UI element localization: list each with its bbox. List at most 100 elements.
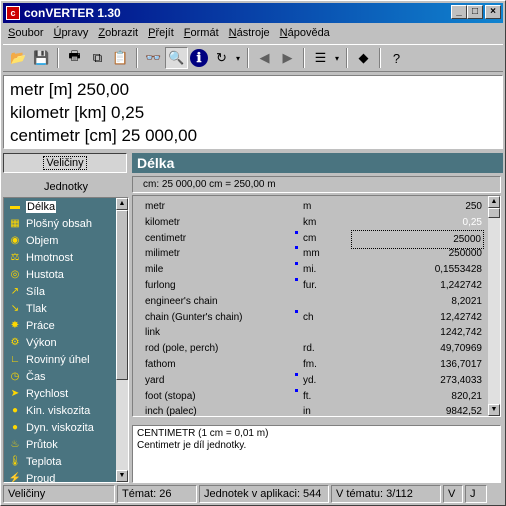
unit-row[interactable]: furlong fur. 1,242742 <box>133 277 488 294</box>
tab-quantities-label: Veličiny <box>43 156 87 170</box>
scroll-down-arrow[interactable]: ▼ <box>488 404 500 416</box>
area-icon: ▦ <box>10 217 20 229</box>
result-line: kilometr [km] 0,25 <box>10 103 145 122</box>
toolbar-separator <box>247 48 249 68</box>
category-label: Hmotnost <box>26 251 74 264</box>
menu-item[interactable]: Úpravy <box>48 27 93 39</box>
find-icon[interactable]: 🔍 <box>165 47 188 69</box>
unit-row[interactable]: link 1242,742 <box>133 324 488 341</box>
unit-abbr: cm <box>303 232 317 244</box>
menu-item[interactable]: Nápověda <box>275 27 335 39</box>
unit-row[interactable]: inch (palec) in 9842,52 <box>133 403 488 417</box>
dropdown-arrow-icon[interactable]: ▾ <box>233 54 243 63</box>
unit-abbr: mi. <box>303 264 317 276</box>
unit-row[interactable]: rod (pole, perch) rd. 49,70969 <box>133 340 488 357</box>
category-item[interactable]: ▬ Délka <box>4 198 128 215</box>
forward-arrow-icon[interactable]: ▶ <box>276 47 299 69</box>
save-icon[interactable]: 💾 <box>30 47 53 69</box>
info-icon[interactable]: ℹ <box>190 49 208 67</box>
unit-row[interactable]: chain (Gunter's chain) ch 12,42742 <box>133 309 488 326</box>
back-arrow-icon[interactable]: ◀ <box>253 47 276 69</box>
category-item[interactable]: ⚡ Proud <box>4 470 128 483</box>
scroll-thumb[interactable] <box>116 210 128 380</box>
dyn-viscosity-icon: ● <box>11 421 19 433</box>
rotate-icon[interactable]: ↻ <box>210 47 233 69</box>
category-item[interactable]: ● Dyn. viskozita <box>4 419 128 436</box>
unit-row[interactable]: metr m 250 <box>133 198 488 215</box>
category-scrollbar[interactable]: ▲ ▼ <box>116 198 128 482</box>
menu-item[interactable]: Nástroje <box>224 27 275 39</box>
print-icon[interactable]: 🖶 <box>63 47 86 69</box>
unit-marker <box>295 230 298 234</box>
glasses-icon[interactable]: 👓 <box>142 47 165 69</box>
category-item[interactable]: ∟ Rovinný úhel <box>4 351 128 368</box>
unit-value: 1,242742 <box>440 280 482 291</box>
unit-row[interactable]: kilometr km 0,25 <box>133 214 488 231</box>
list-icon[interactable]: ☰ <box>309 47 332 69</box>
category-item[interactable]: ◉ Objem <box>4 232 128 249</box>
category-item[interactable]: ● Kin. viskozita <box>4 402 128 419</box>
scroll-up-arrow[interactable]: ▲ <box>488 196 500 208</box>
close-button[interactable]: × <box>485 5 501 19</box>
app-window: c conVERTER 1.30 _ □ × Soubor Úpravy Zobra… <box>0 0 506 506</box>
category-item[interactable]: ◷ Čas <box>4 368 128 385</box>
units-scrollbar[interactable]: ▲ ▼ <box>488 196 500 416</box>
unit-row[interactable]: yard yd. 273,4033 <box>133 372 488 389</box>
category-item[interactable]: 🌡 Teplota <box>4 453 128 470</box>
category-label: Průtok <box>26 438 58 451</box>
result-line: metr [m] 250,00 <box>10 80 130 99</box>
paste-icon[interactable]: 📋 <box>109 47 132 69</box>
status-units-count: Jednotek v aplikaci: 544 <box>199 485 329 503</box>
maximize-button[interactable]: □ <box>467 5 483 19</box>
unit-abbr: in <box>303 406 311 417</box>
scroll-up-arrow[interactable]: ▲ <box>116 198 128 210</box>
menu-item[interactable]: Formát <box>179 27 224 39</box>
app-icon[interactable]: c <box>6 6 20 20</box>
menu-item[interactable]: Zobrazit <box>93 27 143 39</box>
scroll-thumb[interactable] <box>488 208 500 218</box>
unit-row[interactable]: centimetr cm 25000 <box>133 229 488 249</box>
unit-row[interactable]: fathom fm. 136,7017 <box>133 356 488 373</box>
category-item[interactable]: ↘ Tlak <box>4 300 128 317</box>
status-bar: Veličiny Témat: 26 Jednotek v aplikaci: … <box>3 485 503 505</box>
category-item[interactable]: ✸ Práce <box>4 317 128 334</box>
minimize-button[interactable]: _ <box>451 5 467 19</box>
unit-name: centimetr <box>145 232 187 244</box>
category-item[interactable]: ◎ Hustota <box>4 266 128 283</box>
open-icon[interactable]: 📂 <box>7 47 30 69</box>
unit-row[interactable]: foot (stopa) ft. 820,21 <box>133 388 488 405</box>
bullet-icon[interactable]: ◆ <box>352 47 375 69</box>
category-item[interactable]: ↗ Síla <box>4 283 128 300</box>
category-label: Teplota <box>26 455 62 468</box>
unit-name: fathom <box>145 359 176 370</box>
scale-icon: ⚖ <box>10 251 20 263</box>
category-item[interactable]: ➤ Rychlost <box>4 385 128 402</box>
category-label: Plošný obsah <box>26 217 93 230</box>
conversion-result: metr [m] 250,00 kilometr [km] 0,25 centi… <box>3 75 503 149</box>
tab-quantities[interactable]: Veličiny <box>3 153 127 173</box>
description-text: Centimetr je díl jednotky. <box>137 440 247 451</box>
category-item[interactable]: ⚖ Hmotnost <box>4 249 128 266</box>
work-icon: ✸ <box>10 319 20 331</box>
unit-row[interactable]: engineer's chain 8,2021 <box>133 293 488 310</box>
units-label[interactable]: Jednotky <box>3 175 129 199</box>
status-v: V <box>443 485 463 503</box>
menu-item[interactable]: Soubor <box>3 27 48 39</box>
speed-icon: ➤ <box>10 387 20 399</box>
thermometer-icon: 🌡 <box>8 455 22 467</box>
category-item[interactable]: ⚙ Výkon <box>4 334 128 351</box>
unit-value: 9842,52 <box>445 406 482 417</box>
menu-item[interactable]: Přejít <box>143 27 179 39</box>
help-icon[interactable]: ? <box>385 47 408 69</box>
unit-row[interactable]: milimetr mm 250000 <box>133 245 488 262</box>
dropdown-arrow-icon[interactable]: ▾ <box>332 54 342 63</box>
category-label: Délka <box>26 200 57 213</box>
category-label: Dyn. viskozita <box>26 421 94 434</box>
unit-row[interactable]: mile mi. 0,1553428 <box>133 261 488 278</box>
unit-marker <box>295 278 298 281</box>
category-item[interactable]: ♨ Průtok <box>4 436 128 453</box>
ruler-icon: ▬ <box>10 200 20 212</box>
copy-icon[interactable]: ⧉ <box>86 47 109 69</box>
scroll-down-arrow[interactable]: ▼ <box>116 470 128 482</box>
category-item[interactable]: ▦ Plošný obsah <box>4 215 128 232</box>
